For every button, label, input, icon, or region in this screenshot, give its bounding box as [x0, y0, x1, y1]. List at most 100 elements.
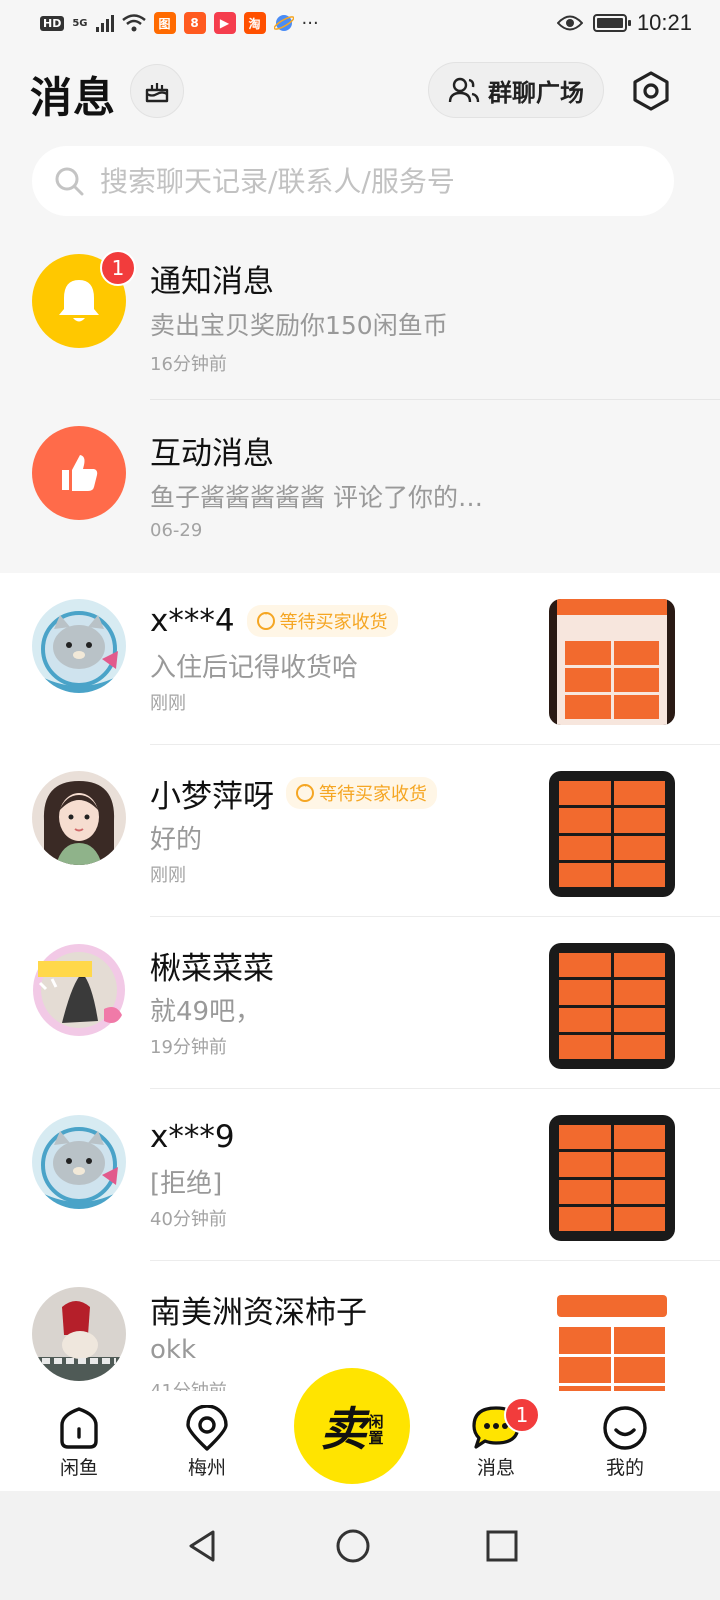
- search-bar[interactable]: [32, 146, 674, 216]
- tab-label: 闲鱼: [59, 1457, 98, 1479]
- chat-message: 入住后记得收货哈: [150, 653, 359, 683]
- chat-time: 刚刚: [150, 693, 186, 714]
- product-thumbnail[interactable]: [549, 943, 675, 1069]
- chat-row[interactable]: 小梦萍呀 等待买家收货 好的 刚刚: [0, 745, 720, 917]
- pending-icon: [256, 607, 275, 630]
- avatar: [32, 771, 126, 865]
- people-icon: [448, 77, 480, 103]
- tab-location[interactable]: 梅州: [162, 1405, 252, 1480]
- chat-name: 南美洲资深柿子: [150, 1294, 367, 1331]
- clock: 10:21: [636, 10, 692, 35]
- cake-button[interactable]: [130, 64, 184, 118]
- pending-icon: [296, 779, 314, 802]
- interaction-message-row[interactable]: 互动消息 鱼子酱酱酱酱酱 评论了你的… 06-29: [0, 400, 720, 572]
- settings-icon: [633, 71, 669, 111]
- order-status-tag: 等待买家收货: [246, 605, 398, 637]
- notification-subtitle: 卖出宝贝奖励你150闲鱼币: [150, 311, 448, 340]
- interaction-avatar: [32, 426, 126, 520]
- avatar: [32, 943, 126, 1037]
- search-icon: [55, 167, 84, 196]
- recents-icon: [486, 1530, 518, 1562]
- interaction-time: 06-29: [150, 520, 203, 541]
- thumb-panel: [557, 615, 667, 725]
- notification-time: 16分钟前: [150, 354, 227, 375]
- tab-label: 我的: [605, 1457, 644, 1479]
- person-photo-icon: [32, 1287, 126, 1381]
- notification-title: 通知消息: [150, 264, 274, 300]
- more-notifications: ···: [301, 12, 319, 34]
- chat-row[interactable]: x***4 等待买家收货 入住后记得收货哈 刚刚: [0, 573, 720, 745]
- smile-icon: [603, 1406, 647, 1450]
- thumb-header: [557, 1295, 667, 1317]
- tab-home[interactable]: 闲鱼: [34, 1405, 124, 1480]
- settings-button[interactable]: [626, 64, 676, 118]
- home-circle-icon: [336, 1529, 370, 1563]
- chat-row[interactable]: x***9 [拒绝] 40分钟前: [0, 1089, 720, 1261]
- chat-list[interactable]: x***4 等待买家收货 入住后记得收货哈 刚刚 小梦萍呀 等待买家收货 好的 …: [0, 573, 720, 1391]
- location-icon: [186, 1405, 228, 1451]
- sell-button[interactable]: 卖 闲 置: [294, 1368, 410, 1484]
- sell-sublabel-bottom: 置: [368, 1429, 384, 1447]
- sell-sublabel: 闲 置: [368, 1414, 383, 1446]
- chat-message: 好的: [150, 825, 203, 855]
- hd-indicator: HD: [40, 15, 65, 31]
- decorated-avatar-icon: [33, 944, 125, 1036]
- cat-astronaut-icon: [32, 1115, 126, 1209]
- home-icon: [60, 1407, 98, 1449]
- status-left: HD 5G 图 8 ▶ 淘 ···: [40, 12, 319, 34]
- sell-label: 卖: [320, 1402, 367, 1456]
- nav-recents-button[interactable]: [467, 1511, 537, 1581]
- app-icon-3: ▶: [213, 12, 236, 34]
- system-nav-bar: [0, 1491, 720, 1600]
- tab-label: 消息: [476, 1457, 515, 1479]
- status-right: 10:21: [556, 10, 692, 36]
- chat-row[interactable]: 楸菜菜菜 就49吧， 19分钟前: [0, 917, 720, 1089]
- app-icon-1: 图: [153, 12, 176, 34]
- app-icon-2: 8: [183, 12, 206, 34]
- search-input[interactable]: [98, 163, 662, 199]
- chat-time: 40分钟前: [150, 1209, 227, 1230]
- product-thumbnail[interactable]: [549, 599, 675, 725]
- tab-label: 梅州: [187, 1457, 226, 1479]
- wifi-icon: [121, 14, 146, 32]
- chat-name: 小梦萍呀: [150, 778, 274, 815]
- messages-badge: 1: [504, 1397, 540, 1433]
- interaction-title: 互动消息: [150, 436, 274, 472]
- order-status-label: 等待买家收货: [319, 784, 427, 805]
- eye-icon: [556, 15, 583, 31]
- chat-name: 楸菜菜菜: [150, 950, 274, 987]
- tab-profile[interactable]: 我的: [580, 1405, 670, 1480]
- network-type: 5G: [72, 17, 88, 29]
- cat-astronaut-icon: [32, 599, 126, 693]
- chat-name: x***4: [150, 603, 235, 639]
- notification-message-row[interactable]: 1 通知消息 卖出宝贝奖励你150闲鱼币 16分钟前: [0, 228, 720, 400]
- name-line: 小梦萍呀 等待买家收货: [150, 771, 437, 815]
- nav-back-button[interactable]: [167, 1511, 237, 1581]
- chat-time: 41分钟前: [150, 1377, 227, 1391]
- chat-time: 刚刚: [150, 865, 186, 886]
- thumbs-up-icon: [62, 455, 98, 491]
- bell-icon: [59, 280, 99, 322]
- product-thumbnail[interactable]: [549, 1287, 675, 1391]
- chat-message: okk: [150, 1335, 197, 1365]
- interaction-subtitle: 鱼子酱酱酱酱酱 评论了你的…: [150, 483, 483, 512]
- page-title: 消息: [30, 73, 117, 122]
- name-line: x***9: [150, 1115, 235, 1159]
- status-bar: HD 5G 图 8 ▶ 淘 ··· 10:21: [0, 0, 720, 50]
- order-status-tag: 等待买家收货: [286, 777, 437, 809]
- name-line: 南美洲资深柿子: [150, 1287, 367, 1331]
- group-chat-plaza-button[interactable]: 群聊广场: [428, 62, 604, 118]
- product-thumbnail[interactable]: [549, 771, 675, 897]
- thumb-header: [557, 599, 667, 615]
- chat-message: 就49吧，: [150, 997, 262, 1027]
- browser-icon: [273, 15, 294, 31]
- name-line: 楸菜菜菜: [150, 943, 274, 987]
- nav-home-button[interactable]: [318, 1511, 388, 1581]
- order-status-label: 等待买家收货: [279, 612, 388, 633]
- taobao-icon: 淘: [243, 12, 266, 34]
- avatar: [32, 1287, 126, 1381]
- product-thumbnail[interactable]: [549, 1115, 675, 1241]
- battery-icon: [592, 14, 631, 32]
- avatar: [32, 599, 126, 693]
- notification-badge: 1: [100, 250, 136, 286]
